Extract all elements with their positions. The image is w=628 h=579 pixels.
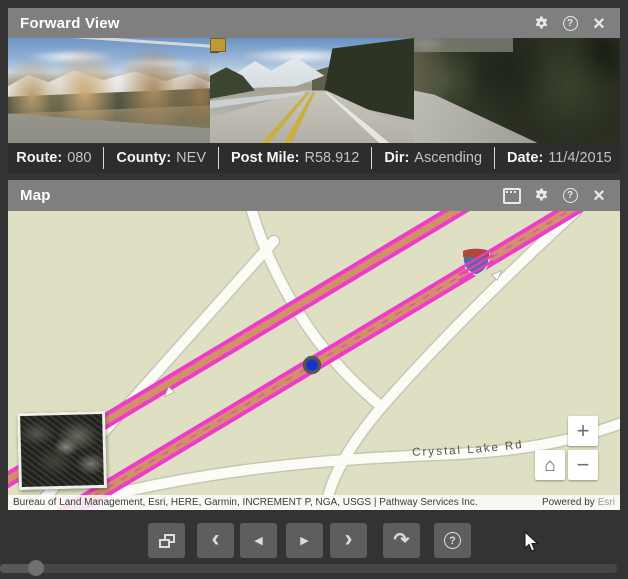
map-settings-button[interactable] [532,187,550,205]
forward-view-photo-left[interactable] [8,38,210,143]
map-title: Map [20,187,51,204]
home-button[interactable]: ⌂ [535,450,565,480]
forward-view-photo-right[interactable] [414,38,620,143]
forward-view-title: Forward View [20,15,120,32]
rotate-reset-button[interactable]: ↷ [383,523,420,558]
app-window: Forward View ? × [0,0,628,579]
settings-button[interactable] [532,15,550,33]
close-button[interactable]: × [590,15,608,33]
timeline-slider[interactable] [0,564,617,573]
divider [218,147,219,169]
forward-view-photo-strip [8,38,620,143]
plus-icon: + [577,420,590,442]
close-icon: × [593,16,605,32]
divider [494,147,495,169]
help-icon: ? [444,532,461,549]
route-field: Route: 080 [16,150,91,166]
map-close-button[interactable]: × [590,187,608,205]
map-header: Map ? × [8,180,620,211]
play-reverse-button[interactable]: ◀ [240,523,277,558]
powered-by: Powered byEsri [542,497,615,508]
mouse-cursor [524,531,540,553]
route-info-bar: Route: 080 County: NEV Post Mile: R58.91… [8,143,620,173]
rotate-arrow-icon: ↷ [394,529,410,552]
home-icon: ⌂ [544,456,555,475]
warning-sign [210,38,226,52]
window-icon [503,188,521,204]
layout-restore-button[interactable] [148,523,185,558]
chevron-left-icon: ‹ [212,524,220,554]
step-back-button[interactable]: ‹ [197,523,234,558]
map-attribution: Bureau of Land Management, Esri, HERE, G… [8,495,620,510]
help-icon: ? [563,188,578,203]
gear-icon [533,15,550,32]
step-forward-button[interactable]: › [330,523,367,558]
map-canvas[interactable]: Crystal Lake Rd + − ⌂ Bureau of Land Man… [8,211,620,510]
direction-field: Dir: Ascending [384,150,482,166]
divider [371,147,372,169]
position-marker[interactable] [305,358,320,373]
post-mile-field: Post Mile: R58.912 [231,150,359,166]
minus-icon: − [577,454,590,476]
triangle-right-icon: ▶ [300,534,308,547]
popout-button[interactable] [503,187,521,205]
overview-inset-map[interactable] [17,411,107,490]
gear-icon [533,187,550,204]
play-forward-button[interactable]: ▶ [286,523,323,558]
forward-view-header: Forward View ? × [8,8,620,39]
help-icon: ? [563,16,578,31]
attribution-text: Bureau of Land Management, Esri, HERE, G… [13,497,478,508]
chevron-right-icon: › [345,524,353,554]
help-button[interactable]: ? [561,15,579,33]
zoom-out-button[interactable]: − [568,450,598,480]
toolbar-help-button[interactable]: ? [434,523,471,558]
date-field: Date: 11/4/2015 [507,150,612,166]
slider-thumb[interactable] [28,560,44,576]
county-field: County: NEV [116,150,206,166]
restore-windows-icon [159,534,175,548]
zoom-in-button[interactable]: + [568,416,598,446]
close-icon: × [593,188,605,204]
map-help-button[interactable]: ? [561,187,579,205]
forward-view-photo-center[interactable] [210,38,414,143]
triangle-left-icon: ◀ [254,534,262,547]
divider [103,147,104,169]
esri-link[interactable]: Esri [598,497,615,508]
